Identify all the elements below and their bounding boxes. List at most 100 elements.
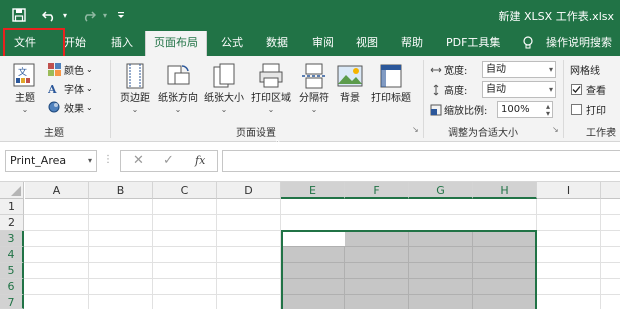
insert-function-button[interactable]: fx <box>195 154 205 167</box>
more-options-icon[interactable]: ⋮ <box>103 154 113 165</box>
redo-dropdown-icon[interactable]: ▾ <box>100 6 110 24</box>
group-divider <box>563 60 564 138</box>
checkbox-unchecked-icon <box>571 104 582 115</box>
group-divider <box>423 60 424 138</box>
fonts-icon: A <box>48 83 57 95</box>
undo-dropdown-icon[interactable]: ▾ <box>60 6 70 24</box>
chevron-down-icon: ▾ <box>548 65 553 74</box>
width-icon <box>430 67 442 72</box>
row-header[interactable]: 2 <box>0 215 24 231</box>
chevron-down-icon: ⌄ <box>21 105 29 114</box>
gridline <box>283 278 535 279</box>
margins-button[interactable]: 页边距 ⌄ <box>114 62 156 114</box>
tab-data[interactable]: 数据 <box>266 31 288 56</box>
row-header[interactable]: 1 <box>0 199 24 215</box>
redo-icon[interactable] <box>80 6 98 24</box>
column-header[interactable] <box>601 182 620 199</box>
gridline <box>152 199 153 309</box>
themes-button[interactable]: 文 主题 ⌄ <box>8 62 42 114</box>
tab-file[interactable]: 文件 <box>8 31 58 56</box>
excel-window: ▾ ▾ 新建 XLSX 工作表.xlsx 文件 开始 插入 页面布局 公式 数据… <box>0 0 620 309</box>
gridlines-view-checkbox[interactable]: 查看 <box>571 81 606 98</box>
themes-icon: 文 <box>13 63 35 87</box>
paper-size-icon <box>213 63 235 88</box>
tab-home[interactable]: 开始 <box>64 31 86 56</box>
background-image-icon <box>337 65 363 87</box>
tab-page-layout[interactable]: 页面布局 <box>145 31 207 56</box>
colors-icon <box>48 63 61 76</box>
column-header[interactable]: C <box>153 182 217 199</box>
chevron-down-icon: ▾ <box>87 156 92 165</box>
row-header[interactable]: 3 <box>0 231 24 247</box>
column-header[interactable]: D <box>217 182 281 199</box>
column-header[interactable]: F <box>345 182 409 199</box>
tab-formulas[interactable]: 公式 <box>221 31 243 56</box>
confirm-icon[interactable]: ✓ <box>163 153 174 168</box>
column-header[interactable]: B <box>89 182 153 199</box>
scale-group-label: 调整为合适大小 <box>448 128 518 139</box>
width-select[interactable]: 自动 ▾ <box>482 61 556 78</box>
formula-buttons: ✕ ✓ fx <box>120 150 218 172</box>
gridline <box>88 199 89 309</box>
margins-icon <box>126 63 144 89</box>
column-header[interactable]: H <box>473 182 537 199</box>
collapse-ribbon-icon[interactable]: ⌃ <box>610 128 618 138</box>
chevron-down-icon: ⌄ <box>86 65 93 74</box>
chevron-down-icon: ⌄ <box>220 105 228 114</box>
column-header[interactable]: A <box>25 182 89 199</box>
gridline <box>600 199 601 309</box>
breaks-icon <box>302 63 326 89</box>
tab-view[interactable]: 视图 <box>356 31 378 56</box>
orientation-button[interactable]: 纸张方向 ⌄ <box>156 62 200 114</box>
row-header[interactable]: 4 <box>0 247 24 263</box>
tab-pdf-tools[interactable]: PDF工具集 <box>446 31 500 56</box>
column-header[interactable]: E <box>281 182 345 199</box>
group-divider <box>110 60 111 138</box>
dialog-launcher-icon[interactable]: ↘ <box>412 126 421 135</box>
gridline <box>472 232 473 309</box>
row-header[interactable]: 5 <box>0 263 24 279</box>
active-cell[interactable] <box>283 232 345 246</box>
formula-input[interactable] <box>222 150 620 172</box>
theme-colors-button[interactable]: 颜色 ⌄ <box>48 61 93 78</box>
dialog-launcher-icon[interactable]: ↘ <box>552 126 561 135</box>
row-header[interactable]: 6 <box>0 279 24 295</box>
tell-me-search[interactable]: 操作说明搜索 <box>546 31 612 56</box>
theme-fonts-button[interactable]: A 字体 ⌄ <box>48 80 93 97</box>
height-label: 高度: <box>430 81 467 98</box>
ribbon-tab-bar: 文件 开始 插入 页面布局 公式 数据 审阅 视图 帮助 PDF工具集 操作说明… <box>0 31 620 56</box>
chevron-down-icon: ⌄ <box>267 105 275 114</box>
ribbon: 文 主题 ⌄ 颜色⌄ A 字体⌄ 效果⌄ 主题 页边距 ⌄ 纸张方向 ⌄ <box>0 56 620 142</box>
print-titles-button[interactable]: 打印标题 <box>368 62 414 105</box>
undo-icon[interactable] <box>40 6 58 24</box>
tab-insert[interactable]: 插入 <box>111 31 133 56</box>
breaks-button[interactable]: 分隔符 ⌄ <box>296 62 332 114</box>
height-select[interactable]: 自动 ▾ <box>482 81 556 98</box>
size-button[interactable]: 纸张大小 ⌄ <box>202 62 246 114</box>
themes-group-label: 主题 <box>44 128 64 139</box>
chevron-down-icon: ⌄ <box>310 105 318 114</box>
formula-bar: Print_Area ▾ ⋮ ✕ ✓ fx <box>0 142 620 182</box>
width-label: 宽度: <box>430 61 467 78</box>
scale-spinner[interactable]: 100% ▴ ▾ <box>497 101 553 118</box>
gridlines-print-checkbox[interactable]: 打印 <box>571 101 606 118</box>
row-header[interactable]: 7 <box>0 295 24 309</box>
gridline <box>283 246 535 247</box>
tab-review[interactable]: 审阅 <box>312 31 334 56</box>
chevron-down-icon: ⌄ <box>86 103 93 112</box>
name-box[interactable]: Print_Area ▾ <box>5 150 97 172</box>
select-all-corner[interactable] <box>0 182 24 199</box>
tab-help[interactable]: 帮助 <box>401 31 423 56</box>
print-area-button[interactable]: 打印区域 ⌄ <box>248 62 294 114</box>
column-header[interactable]: G <box>409 182 473 199</box>
lightbulb-icon <box>522 31 536 56</box>
height-icon <box>433 84 439 95</box>
customize-quick-access-icon[interactable] <box>116 6 126 24</box>
column-header[interactable]: I <box>537 182 601 199</box>
background-button[interactable]: 背景 <box>334 62 366 105</box>
chevron-down-icon: ▾ <box>548 85 553 94</box>
theme-effects-button[interactable]: 效果 ⌄ <box>48 99 93 116</box>
chevron-down-icon: ⌄ <box>86 84 93 93</box>
save-icon[interactable] <box>10 6 28 24</box>
cancel-icon[interactable]: ✕ <box>133 153 144 168</box>
